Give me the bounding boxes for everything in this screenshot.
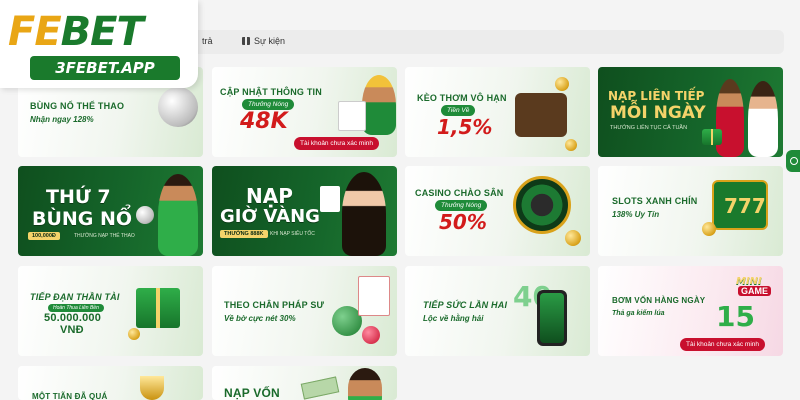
phone-icon (537, 290, 567, 346)
roulette-wheel-icon (513, 176, 571, 234)
wallet-icon (515, 93, 567, 137)
unverified-account-button[interactable]: Tài khoản chưa xác minh (294, 137, 379, 150)
empty-slot (405, 366, 590, 400)
promo-currency: VNĐ (60, 324, 84, 336)
promo-card-god-of-wealth[interactable]: TIẾP ĐẠN THẦN TÀI Hoàn Thua Liên Bền 50.… (18, 266, 203, 356)
promo-number: 15 (716, 300, 755, 333)
promo-person-image (748, 81, 778, 157)
slot-machine-icon: 777 (712, 180, 768, 230)
coin-icon (128, 328, 140, 340)
promo-tag: Hoàn Thua Liên Bền (48, 304, 104, 312)
nav-item-events-label: Sự kiện (254, 36, 286, 46)
promo-title: MỘT TIÃN ĐÃ QUÁ (32, 392, 108, 400)
promo-person-image (362, 75, 396, 135)
promo-title-line1: NẠP LIÊN TIẾP (608, 89, 705, 103)
promo-title: NẠP VỐN (224, 386, 280, 400)
promo-title: BƠM VỐN HÀNG NGÀY (612, 296, 706, 305)
promo-amount: THƯỞNG 888K (220, 230, 268, 238)
promo-subtitle: Thả ga kiếm lúa (612, 310, 665, 317)
promo-amount: 100,000Đ (28, 232, 60, 240)
gift-box-icon (702, 129, 722, 145)
chip-icon (565, 230, 581, 246)
promo-card-casino[interactable]: CASINO CHÀO SÂN Thưởng Nóng 50% (405, 166, 590, 256)
promo-title: TIẾP ĐẠN THẦN TÀI (30, 292, 120, 302)
soccer-ball-icon (158, 87, 198, 127)
coin-icon (555, 77, 569, 91)
promo-card-golden-hour[interactable]: NẠP GIỜ VÀNG THƯỞNG 888K KHI NẠP SIÊU TỐ… (212, 166, 397, 256)
logo-domain: 3FEBET.APP (30, 56, 180, 80)
promo-amount: 48K (240, 109, 288, 134)
support-tab-icon[interactable] (786, 150, 800, 172)
brand-logo[interactable]: FEBET 3FEBET.APP (0, 0, 198, 88)
promo-card-lottery[interactable]: THEO CHÂN PHÁP SƯ Về bờ cực nét 30% (212, 266, 397, 356)
promo-card-daily-boost[interactable]: BƠM VỐN HÀNG NGÀY Thả ga kiếm lúa MINI G… (598, 266, 783, 356)
promo-person-image (158, 174, 198, 256)
lottery-ball-icon (362, 326, 380, 344)
promo-person-image (348, 368, 382, 400)
promo-subtitle: Lộc về hằng hải (423, 314, 484, 323)
promo-title-line2: BÙNG NỔ (32, 208, 133, 230)
coin-icon (702, 222, 716, 236)
promo-person-image (342, 172, 386, 256)
logo-wordmark: FEBET (8, 9, 144, 55)
promo-amount: 1,5% (437, 115, 493, 139)
promo-card-update-info[interactable]: CẬP NHẬT THÔNG TIN Thưởng Nóng 48K Tài k… (212, 67, 397, 157)
promo-title: CẬP NHẬT THÔNG TIN (220, 87, 322, 97)
soccer-ball-icon (136, 206, 154, 224)
nav-item-prev[interactable]: trả (202, 36, 213, 46)
promo-subtitle: 138% Uy Tín (612, 210, 660, 219)
promo-amount: 50% (439, 210, 487, 234)
logo-fe: FE (8, 9, 62, 55)
promo-title: CASINO CHÀO SÂN (415, 188, 504, 198)
promo-person-image (716, 79, 744, 157)
promo-title-line2: MỖI NGÀY (610, 103, 706, 123)
promo-title-line1: THỨ 7 (46, 186, 111, 208)
promo-title: TIẾP SỨC LẦN HAI (423, 300, 508, 310)
logo-bet: BET (60, 9, 144, 55)
promo-note: THƯỞNG NẠP THỂ THAO (74, 233, 135, 239)
unverified-account-button[interactable]: Tài khoản chưa xác minh (680, 338, 765, 351)
promo-card-second-deposit[interactable]: TIẾP SỨC LẦN HAI Lộc về hằng hải 40 (405, 266, 590, 356)
promo-title: KÈO THƠM VÔ HẠN (417, 93, 507, 103)
promo-title: BÙNG NỔ THỂ THAO (30, 101, 125, 111)
gift-box-icon (136, 288, 180, 328)
qr-code-icon (320, 186, 340, 212)
promo-note: KHI NẠP SIÊU TỐC (270, 231, 315, 237)
mini-game-label-b: GAME (738, 286, 771, 296)
promo-card-bottom-2[interactable]: NẠP VỐN (212, 366, 397, 400)
gift-icon (242, 37, 250, 45)
lottery-ticket-icon (358, 276, 390, 316)
promo-subtitle: THƯỞNG LIÊN TỤC CẢ TUẦN (610, 125, 688, 131)
promo-subtitle: Về bờ cực nét 30% (224, 314, 296, 323)
promo-title-line1: NẠP (246, 184, 293, 208)
promo-title: SLOTS XANH CHÍN (612, 196, 698, 206)
promo-card-odds[interactable]: KÈO THƠM VÔ HẠN Tiền Về 1,5% (405, 67, 590, 157)
trophy-icon (140, 376, 164, 400)
promo-card-daily-deposit[interactable]: NẠP LIÊN TIẾP MỖI NGÀY THƯỞNG LIÊN TỤC C… (598, 67, 783, 157)
top-nav-bar: trả Sự kiện (190, 30, 784, 54)
money-icon (300, 376, 340, 400)
promo-title-line2: GIỜ VÀNG (220, 206, 320, 227)
promo-amount: 50.000.000 (44, 312, 102, 324)
nav-item-events[interactable]: Sự kiện (242, 36, 285, 46)
promo-card-bottom-1[interactable]: MỘT TIÃN ĐÃ QUÁ (18, 366, 203, 400)
promo-card-slots[interactable]: SLOTS XANH CHÍN 138% Uy Tín 777 (598, 166, 783, 256)
promo-title: THEO CHÂN PHÁP SƯ (224, 300, 325, 310)
promo-card-saturday[interactable]: THỨ 7 BÙNG NỔ 100,000Đ THƯỞNG NẠP THỂ TH… (18, 166, 203, 256)
id-card-icon (338, 101, 366, 131)
promo-subtitle: Nhận ngay 128% (30, 115, 94, 124)
coin-icon (565, 139, 577, 151)
